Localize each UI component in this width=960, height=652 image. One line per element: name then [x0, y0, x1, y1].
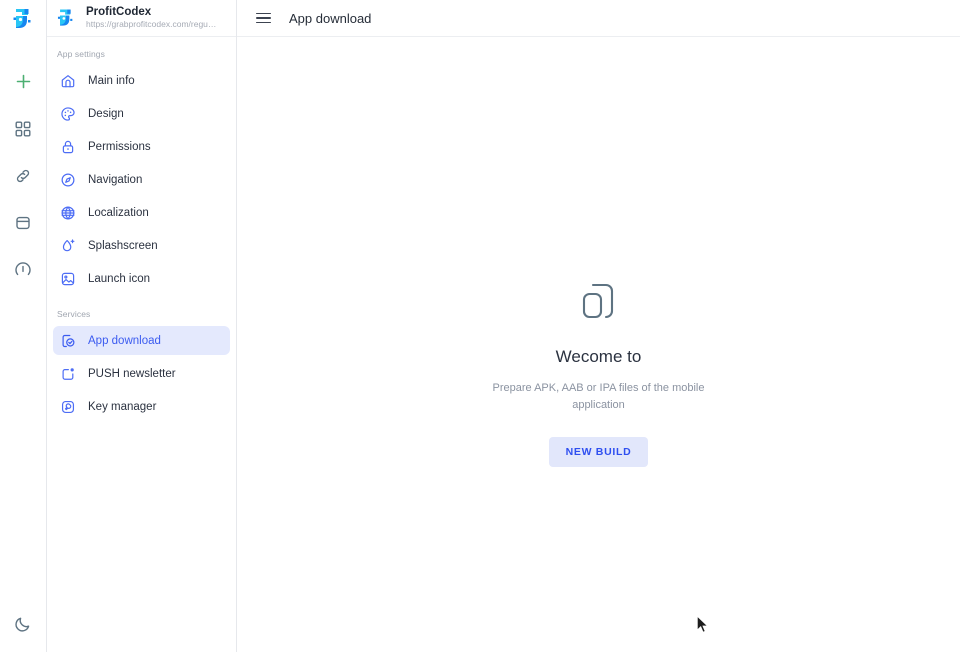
main-area: App download Wecome to Prepare APK, AAB … [237, 0, 960, 652]
project-text: ProfitCodex https://grabprofitcodex.com/… [86, 6, 216, 30]
app-logo[interactable] [0, 0, 47, 37]
sidebar-item-design[interactable]: Design [53, 99, 230, 128]
project-header[interactable]: ProfitCodex https://grabprofitcodex.com/… [47, 0, 236, 37]
sidebar-item-label: Key manager [88, 400, 157, 413]
empty-state: Wecome to Prepare APK, AAB or IPA files … [237, 280, 960, 467]
sidebar-item-push-newsletter[interactable]: PUSH newsletter [53, 359, 230, 388]
empty-state-title: Wecome to [555, 347, 642, 366]
compass-icon [59, 171, 76, 188]
hamburger-line [255, 12, 271, 15]
sidebar-item-launch-icon[interactable]: Launch icon [53, 264, 230, 293]
grid-icon [15, 121, 31, 136]
project-name: ProfitCodex [86, 6, 152, 18]
palette-icon [59, 105, 76, 122]
rail-apps-button[interactable] [0, 105, 47, 152]
rail-item-list [0, 58, 46, 293]
sidebar-item-main-info[interactable]: Main info [53, 66, 230, 95]
project-logo-icon [57, 9, 73, 26]
nav-list-services: App download PUSH newsletter Key manager [47, 326, 236, 425]
image-icon [59, 270, 76, 287]
splash-icon [59, 237, 76, 254]
icon-rail [0, 0, 47, 652]
project-url: https://grabprofitcodex.com/regu… [86, 19, 217, 29]
moon-icon [15, 617, 30, 632]
content-area: Wecome to Prepare APK, AAB or IPA files … [237, 37, 960, 652]
sidebar: ProfitCodex https://grabprofitcodex.com/… [47, 0, 237, 652]
rail-dark-mode-toggle[interactable] [0, 600, 47, 647]
sidebar-item-label: Launch icon [88, 272, 151, 285]
sidebar-item-label: Splashscreen [88, 239, 158, 252]
home-icon [59, 72, 76, 89]
sidebar-item-label: Permissions [88, 140, 151, 153]
sidebar-item-label: Main info [88, 74, 135, 87]
sidebar-item-label: Design [88, 107, 124, 120]
key-manager-icon [59, 398, 76, 415]
sidebar-item-label: Localization [88, 206, 149, 219]
sidebar-item-app-download[interactable]: App download [53, 326, 230, 355]
page-title: App download [289, 10, 372, 26]
hamburger-menu-icon[interactable] [251, 6, 275, 30]
sidebar-item-splashscreen[interactable]: Splashscreen [53, 231, 230, 260]
sidebar-item-label: PUSH newsletter [88, 367, 176, 380]
nav-section-label-app-settings: App settings [57, 49, 105, 59]
sidebar-item-label: Navigation [88, 173, 143, 186]
sidebar-item-key-manager[interactable]: Key manager [53, 392, 230, 421]
database-icon [16, 216, 30, 229]
nav-list-app-settings: Main info Design Permissions Navigation … [47, 66, 236, 297]
app-download-icon [59, 332, 76, 349]
rail-database-button[interactable] [0, 199, 47, 246]
sidebar-item-label: App download [88, 334, 161, 347]
sidebar-item-navigation[interactable]: Navigation [53, 165, 230, 194]
top-bar: App download [237, 0, 960, 37]
push-newsletter-icon [59, 365, 76, 382]
plus-icon [16, 74, 30, 89]
nav-section-label-services: Services [57, 309, 91, 319]
rail-links-button[interactable] [0, 152, 47, 199]
gauge-icon [15, 261, 31, 275]
lock-icon [59, 138, 76, 155]
hamburger-line [255, 21, 271, 24]
link-icon [16, 169, 30, 182]
new-build-button[interactable]: NEW BUILD [548, 437, 649, 467]
sidebar-item-permissions[interactable]: Permissions [53, 132, 230, 161]
hamburger-line [255, 17, 271, 19]
app-root: ProfitCodex https://grabprofitcodex.com/… [0, 0, 960, 652]
rail-status-button[interactable] [0, 246, 47, 293]
app-logo-icon [13, 8, 31, 28]
globe-icon [59, 204, 76, 221]
sidebar-item-localization[interactable]: Localization [53, 198, 230, 227]
project-logo [55, 7, 77, 29]
rail-add-button[interactable] [0, 58, 47, 105]
empty-state-subtitle: Prepare APK, AAB or IPA files of the mob… [492, 382, 705, 411]
app-builds-icon [580, 280, 618, 327]
